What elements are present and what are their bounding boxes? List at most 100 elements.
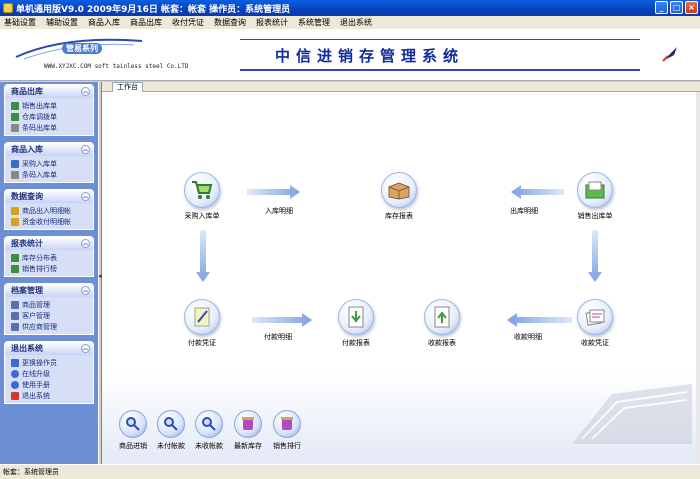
maximize-button[interactable]: □ (670, 1, 683, 14)
cart-icon (184, 172, 220, 208)
status-text: 帐套：系统管理员 (3, 468, 59, 476)
sidebar-item-stock-distribution[interactable]: 库存分布表 (11, 252, 93, 263)
menu-basic-settings[interactable]: 基础设置 (4, 17, 36, 28)
sidebar-item-barcode-out[interactable]: 条码出库单 (11, 122, 93, 133)
panel-header[interactable]: 退出系统 ︽ (5, 342, 93, 355)
panel-header[interactable]: 档案管理 ︽ (5, 284, 93, 297)
collapse-chevron-icon[interactable]: ︽ (81, 192, 90, 201)
tab-workbench[interactable]: 工作台 (112, 82, 143, 92)
sidebar-item-goods-mgmt[interactable]: 商品管理 (11, 299, 93, 310)
sidebar-item-customer-mgmt[interactable]: 客户管理 (11, 310, 93, 321)
collapse-chevron-icon[interactable]: ︽ (81, 239, 90, 248)
menu-query[interactable]: 数据查询 (214, 17, 246, 28)
arrow-in-detail (247, 185, 300, 199)
close-button[interactable]: × (685, 1, 698, 14)
chart-icon (11, 264, 19, 273)
sidebar-item-label: 在线升级 (22, 369, 50, 378)
doc-icon (11, 123, 19, 132)
menu-reports[interactable]: 报表统计 (256, 17, 288, 28)
node-purchase-in[interactable]: 采购入库单 (172, 172, 232, 221)
panel-header[interactable]: 数据查询 ︽ (5, 190, 93, 203)
sidebar-item-label: 销售出库单 (22, 101, 57, 110)
node-payment-report[interactable]: 付款报表 (326, 299, 386, 348)
sidebar-item-label: 更换操作员 (22, 358, 57, 367)
node-stock-report[interactable]: 库存报表 (369, 172, 429, 221)
panel-title: 报表统计 (11, 239, 43, 248)
sidebar-item-label: 商品管理 (22, 300, 50, 309)
node-label: 收款报表 (428, 339, 456, 347)
sidebar-item-label: 条码出库单 (22, 123, 57, 132)
sidebar-item-label: 资金收付明细帐 (22, 217, 71, 226)
collapse-chevron-icon[interactable]: ︽ (81, 87, 90, 96)
quick-label: 商品进销 (119, 442, 147, 450)
banner-rule-top (240, 39, 640, 40)
node-payment-voucher[interactable]: 付款凭证 (172, 299, 232, 348)
collapse-chevron-icon[interactable]: ︽ (81, 145, 90, 154)
node-receipt-report[interactable]: 收款报表 (412, 299, 472, 348)
sidebar-item-manual[interactable]: 使用手册 (11, 379, 93, 390)
sidebar-item-purchase-in[interactable]: 采购入库单 (11, 158, 93, 169)
title-bar: 单机通用版V9.0 2009年9月16日 帐套：帐套 操作员：系统管理员 _ □… (0, 0, 700, 16)
documents-icon (577, 299, 613, 335)
menu-vouchers[interactable]: 收付凭证 (172, 17, 204, 28)
sidebar-item-barcode-in[interactable]: 条码入库单 (11, 169, 93, 180)
app-icon (3, 3, 13, 13)
splitter-arrow-icon[interactable]: ◂ (98, 272, 102, 280)
sidebar-item-label: 供应商管理 (22, 322, 57, 331)
panel-header[interactable]: 报表统计 ︽ (5, 237, 93, 250)
workspace: 工作台 采购入库单 库存报表 销售出库单 付款凭证 付款报表 收款报表 收款凭证… (102, 82, 700, 464)
arrow-label-pay-detail: 付款明细 (264, 333, 292, 341)
collapse-chevron-icon[interactable]: ︽ (81, 344, 90, 353)
help-icon (11, 380, 19, 389)
quick-sales-ranking[interactable]: 销售排行 (262, 410, 312, 451)
collapse-chevron-icon[interactable]: ︽ (81, 286, 90, 295)
panel-goods-in: 商品入库 ︽ 采购入库单 条码入库单 (4, 142, 94, 183)
panel-title: 商品入库 (11, 145, 43, 154)
node-label: 付款报表 (342, 339, 370, 347)
panel-archives: 档案管理 ︽ 商品管理 客户管理 供应商管理 (4, 283, 94, 335)
file-icon (11, 300, 19, 309)
globe-icon (11, 369, 19, 378)
menu-goods-out[interactable]: 商品出库 (130, 17, 162, 28)
banner-rule-bottom (240, 69, 640, 71)
quick-label: 最新库存 (234, 442, 262, 450)
panel-header[interactable]: 商品出库 ︽ (5, 85, 93, 98)
quick-label: 未收帐款 (195, 442, 223, 450)
panel-header[interactable]: 商品入库 ︽ (5, 143, 93, 156)
status-bar: 帐套：系统管理员 (0, 464, 700, 479)
panel-title: 档案管理 (11, 286, 43, 295)
file-icon (11, 311, 19, 320)
node-receipt-voucher[interactable]: 收款凭证 (565, 299, 625, 348)
sidebar-item-funds-ledger[interactable]: 资金收付明细帐 (11, 216, 93, 227)
menu-exit[interactable]: 退出系统 (340, 17, 372, 28)
vertical-scrollbar[interactable] (696, 92, 700, 464)
magnifier-icon (157, 410, 185, 438)
minimize-button[interactable]: _ (655, 1, 668, 14)
menu-aux-settings[interactable]: 辅助设置 (46, 17, 78, 28)
sidebar-item-sales-out[interactable]: 销售出库单 (11, 100, 93, 111)
tab-strip: 工作台 (102, 82, 700, 92)
sidebar-item-switch-operator[interactable]: 更换操作员 (11, 357, 93, 368)
sidebar-item-exit[interactable]: 退出系统 (11, 390, 93, 401)
sidebar-item-supplier-mgmt[interactable]: 供应商管理 (11, 321, 93, 332)
magnifier-icon (195, 410, 223, 438)
exit-icon (11, 391, 19, 400)
doc-icon (11, 112, 19, 121)
doc-icon (11, 101, 19, 110)
arrow-label-in-detail: 入库明细 (265, 207, 293, 215)
arrow-out-detail (511, 185, 564, 199)
panel-goods-out: 商品出库 ︽ 销售出库单 仓库调拨单 条码出库单 (4, 84, 94, 136)
sidebar-item-label: 商品出入明细帐 (22, 206, 71, 215)
panel-title: 数据查询 (11, 192, 43, 201)
panel-title: 退出系统 (11, 344, 43, 353)
sidebar-item-online-upgrade[interactable]: 在线升级 (11, 368, 93, 379)
jar-icon (273, 410, 301, 438)
sidebar-item-transfer[interactable]: 仓库调拨单 (11, 111, 93, 122)
node-sales-out[interactable]: 销售出库单 (565, 172, 625, 221)
user-icon (11, 358, 19, 367)
menu-system[interactable]: 系统管理 (298, 17, 330, 28)
sidebar-item-goods-ledger[interactable]: 商品出入明细帐 (11, 205, 93, 216)
arrow-pay-detail (252, 313, 312, 327)
menu-goods-in[interactable]: 商品入库 (88, 17, 120, 28)
sidebar-item-sales-ranking[interactable]: 销售排行榜 (11, 263, 93, 274)
